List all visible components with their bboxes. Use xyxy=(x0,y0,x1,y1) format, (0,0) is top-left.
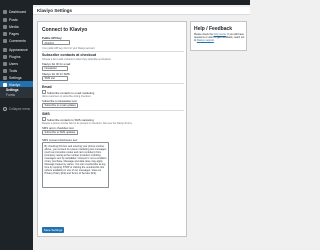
sidebar-item-label: Pages xyxy=(9,32,19,36)
divider xyxy=(42,83,184,84)
klaviyo-support-link[interactable]: Klaviyo support xyxy=(197,39,214,42)
collapse-menu-label: Collapse menu xyxy=(9,106,31,111)
users-icon xyxy=(3,62,7,66)
public-api-key-value: Ab12Cd xyxy=(44,41,54,45)
klaviyo-submenu: Settings Forms xyxy=(0,87,33,98)
divider xyxy=(42,51,184,52)
help-panel: Help / Feedback Please check the help ce… xyxy=(190,21,247,51)
sms-list-value: SMS List xyxy=(44,77,55,81)
sidebar-item-label: Tools xyxy=(9,69,18,73)
sidebar-item-label: Users xyxy=(9,62,19,66)
sms-disclosure-value: By checking this box and entering your p… xyxy=(44,144,107,176)
media-icon xyxy=(3,25,7,29)
submenu-item-forms[interactable]: Forms xyxy=(6,93,15,97)
sidebar-item-comments[interactable]: Comments xyxy=(0,37,33,45)
collapse-menu-button[interactable]: Collapse menu xyxy=(0,105,33,112)
plugin-icon xyxy=(3,55,7,59)
sms-list-input[interactable]: SMS List xyxy=(42,75,68,81)
settings-panel: Connect to Klaviyo Public API Key Ab12Cd… xyxy=(37,21,187,237)
connect-heading: Connect to Klaviyo xyxy=(42,27,88,33)
public-api-key-input[interactable]: Ab12Cd xyxy=(42,40,70,45)
email-heading: Email xyxy=(42,85,52,89)
email-list-input[interactable]: Newsletter xyxy=(42,65,68,71)
settings-icon xyxy=(3,76,7,80)
submenu-item-settings[interactable]: Settings xyxy=(6,88,19,92)
sms-disclosure-textarea[interactable]: By checking this box and entering your p… xyxy=(42,142,109,188)
help-text-after: . xyxy=(213,39,215,43)
email-subscribe-label: Subscribe contacts to email marketing xyxy=(47,90,95,95)
comment-icon xyxy=(3,39,7,43)
wrench-icon xyxy=(3,69,7,73)
subscribe-heading: Subscribe contacts at checkout xyxy=(42,53,97,57)
brush-icon xyxy=(3,48,7,52)
admin-bar xyxy=(0,0,250,5)
collapse-icon xyxy=(3,106,7,111)
pin-icon xyxy=(3,18,7,22)
sidebar-item-label: Appearance xyxy=(9,48,28,52)
sidebar-item-label: Settings xyxy=(9,76,22,80)
help-text: Please check the help center. If you sti… xyxy=(194,33,246,43)
save-settings-label: Save Settings xyxy=(43,228,63,232)
sms-subscribe-checkbox[interactable] xyxy=(42,117,46,121)
email-checkbox-text-value: Subscribe to email updates xyxy=(44,104,76,108)
page-title: Klaviyo Settings xyxy=(37,8,73,13)
sidebar-item-label: Dashboard xyxy=(9,10,27,14)
email-list-value: Newsletter xyxy=(44,67,57,71)
sms-subscribe-label: Subscribe contacts to SMS marketing xyxy=(47,117,94,122)
sms-desc: Require a phone number field to be prese… xyxy=(42,122,132,125)
dashboard-icon xyxy=(3,10,7,14)
divider xyxy=(42,110,184,111)
sidebar-item-label: Posts xyxy=(9,18,18,22)
sidebar-item-dashboard[interactable]: Dashboard xyxy=(0,8,33,16)
sms-checkbox-text-input[interactable]: Subscribe to SMS updates xyxy=(42,129,78,135)
page-icon xyxy=(3,32,7,36)
sms-heading: SMS xyxy=(42,112,50,116)
subscribe-desc: Choose a list to add contacts to when th… xyxy=(42,58,111,61)
email-checkbox-text-input[interactable]: Subscribe to email updates xyxy=(42,102,78,108)
public-api-key-desc: Your public API key, find it in your Kla… xyxy=(42,46,95,50)
sms-checkbox-text-value: Subscribe to SMS updates xyxy=(44,131,76,135)
admin-sidebar: Dashboard Posts Media Pages Comments App… xyxy=(0,5,33,250)
sidebar-item-label: Media xyxy=(9,25,19,29)
email-desc: Allow customers to subscribe during chec… xyxy=(42,95,91,98)
sidebar-item-label: Plugins xyxy=(9,55,21,59)
save-settings-button[interactable]: Save Settings xyxy=(42,227,64,233)
help-heading: Help / Feedback xyxy=(194,26,233,32)
sidebar-item-label: Comments xyxy=(9,39,26,43)
email-subscribe-checkbox[interactable] xyxy=(42,90,46,94)
